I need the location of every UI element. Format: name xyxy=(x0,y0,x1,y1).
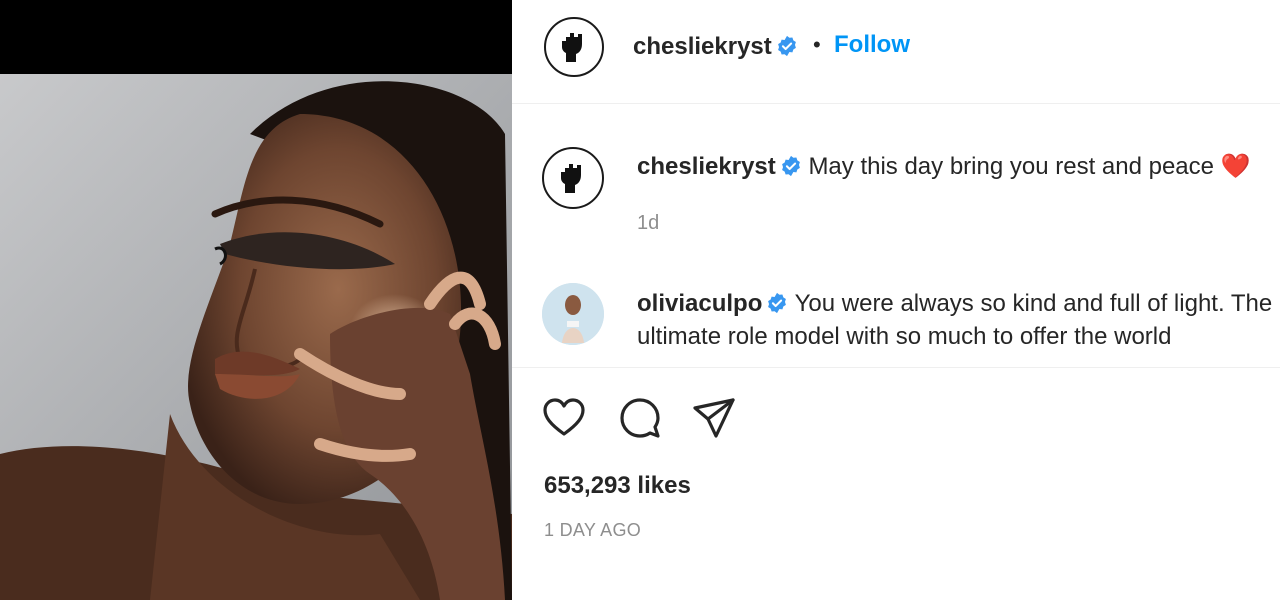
post-actions: 653,293 likes 1 DAY AGO xyxy=(512,367,1280,600)
verified-badge-icon xyxy=(777,35,796,57)
comment-body: chesliekryst May this day bring you rest… xyxy=(637,152,1251,181)
comment-timestamp[interactable]: 1d xyxy=(637,212,659,235)
comment-username[interactable]: oliviaculpo xyxy=(637,290,762,317)
media-letterbox xyxy=(0,0,512,74)
raised-fist-icon xyxy=(562,33,582,62)
paper-plane-icon xyxy=(693,398,735,438)
like-button[interactable] xyxy=(540,394,588,442)
author-username-link[interactable]: chesliekryst xyxy=(633,33,798,61)
comment-icon xyxy=(620,398,660,438)
comment-text: May this day bring you rest and peace ❤️ xyxy=(808,153,1251,180)
post-header: chesliekryst • Follow xyxy=(512,0,1280,104)
comment-avatar[interactable] xyxy=(542,283,604,345)
author-username[interactable]: chesliekryst xyxy=(633,33,772,60)
post-sidebar: chesliekryst • Follow chesliekryst May t… xyxy=(512,0,1280,600)
comment-username[interactable]: chesliekryst xyxy=(637,153,776,180)
comment-avatar[interactable] xyxy=(542,147,604,209)
verified-badge-icon xyxy=(768,292,787,314)
follow-button[interactable]: Follow xyxy=(834,31,910,59)
verified-badge-icon xyxy=(781,155,800,177)
author-avatar[interactable] xyxy=(544,17,604,77)
header-separator: • xyxy=(813,32,821,57)
post-timestamp[interactable]: 1 DAY AGO xyxy=(544,520,641,541)
post-media[interactable] xyxy=(0,0,512,600)
raised-fist-icon xyxy=(561,164,581,193)
comment-body: oliviaculpo You were always so kind and … xyxy=(637,287,1280,353)
share-button[interactable] xyxy=(690,394,738,442)
comment-button[interactable] xyxy=(616,394,664,442)
likes-count[interactable]: 653,293 likes xyxy=(544,472,691,500)
portrait-photo xyxy=(0,74,512,600)
profile-photo xyxy=(542,283,604,345)
heart-icon xyxy=(543,398,585,436)
comments-list[interactable]: chesliekryst May this day bring you rest… xyxy=(512,105,1280,367)
